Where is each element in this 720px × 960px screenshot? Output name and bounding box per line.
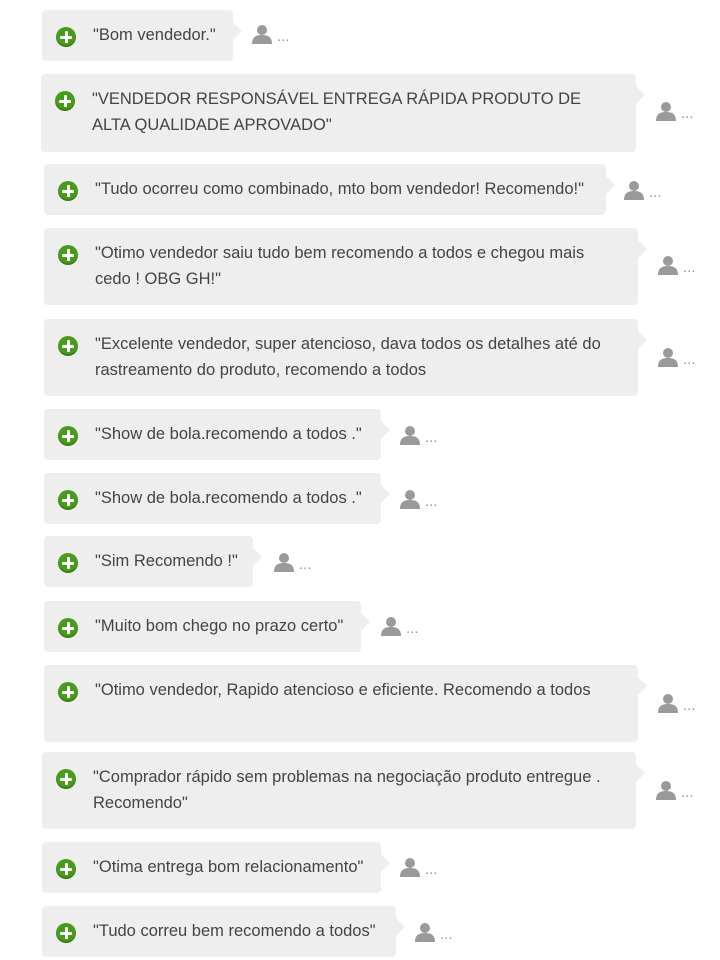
feedback-item: "Bom vendedor." ...: [0, 0, 720, 64]
user-name-placeholder: ...: [277, 28, 290, 45]
user-icon: [381, 617, 401, 636]
user-icon: [400, 858, 420, 877]
plus-circle-icon: [58, 553, 78, 573]
plus-circle-icon: [56, 27, 76, 47]
user-icon: [400, 490, 420, 509]
feedback-meta[interactable]: ...: [658, 255, 696, 275]
plus-circle-icon: [55, 91, 75, 111]
feedback-bubble: "Bom vendedor.": [42, 10, 242, 61]
user-icon: [252, 25, 272, 44]
feedback-item: "Otimo vendedor saiu tudo bem recomendo …: [0, 220, 720, 312]
feedback-meta[interactable]: ...: [658, 347, 696, 367]
feedback-item: "Excelente vendedor, super atencioso, da…: [0, 312, 720, 404]
feedback-bubble: "Otimo vendedor, Rapido atencioso e efic…: [44, 665, 647, 742]
user-icon: [658, 694, 678, 713]
feedback-item: "Comprador rápido sem problemas na negoc…: [0, 750, 720, 838]
feedback-bubble: "Tudo correu bem recomendo a todos": [42, 906, 405, 957]
user-name-placeholder: ...: [425, 429, 438, 446]
user-icon: [274, 553, 294, 572]
feedback-text: "Show de bola.recomendo a todos .": [95, 425, 362, 443]
feedback-meta[interactable]: ...: [381, 616, 419, 636]
feedback-list: "Bom vendedor." ... "VENDEDOR RESPONSÁVE…: [0, 0, 720, 960]
user-name-placeholder: ...: [683, 697, 696, 714]
feedback-text: "Sim Recomendo !": [95, 552, 238, 570]
user-name-placeholder: ...: [299, 556, 312, 573]
user-name-placeholder: ...: [683, 259, 696, 276]
feedback-text: "Show de bola.recomendo a todos .": [95, 489, 362, 507]
user-icon: [415, 923, 435, 942]
feedback-meta[interactable]: ...: [274, 552, 312, 572]
feedback-meta[interactable]: ...: [656, 780, 694, 800]
user-icon: [656, 102, 676, 121]
feedback-bubble: "Tudo ocorreu como combinado, mto bom ve…: [44, 164, 615, 215]
feedback-bubble: "Comprador rápido sem problemas na negoc…: [42, 752, 645, 829]
plus-circle-icon: [56, 923, 76, 943]
user-icon: [656, 781, 676, 800]
user-icon: [658, 256, 678, 275]
feedback-text: "VENDEDOR RESPONSÁVEL ENTREGA RÁPIDA PRO…: [92, 90, 582, 134]
feedback-meta[interactable]: ...: [400, 489, 438, 509]
feedback-text: "Excelente vendedor, super atencioso, da…: [95, 335, 601, 379]
plus-circle-icon: [58, 618, 78, 638]
feedback-meta[interactable]: ...: [400, 857, 438, 877]
user-name-placeholder: ...: [406, 620, 419, 637]
plus-circle-icon: [58, 682, 78, 702]
user-name-placeholder: ...: [683, 351, 696, 368]
feedback-item: "Show de bola.recomendo a todos ." ...: [0, 468, 720, 532]
feedback-meta[interactable]: ...: [415, 922, 453, 942]
feedback-meta[interactable]: ...: [624, 180, 662, 200]
feedback-meta[interactable]: ...: [656, 101, 694, 121]
feedback-bubble: "Otima entrega bom relacionamento": [42, 842, 390, 893]
feedback-bubble: "Show de bola.recomendo a todos .": [44, 409, 390, 460]
feedback-text: "Tudo ocorreu como combinado, mto bom ve…: [95, 180, 584, 198]
user-icon: [658, 348, 678, 367]
feedback-text: "Bom vendedor.": [93, 26, 216, 44]
user-name-placeholder: ...: [681, 105, 694, 122]
feedback-text: "Muito bom chego no prazo certo": [95, 617, 344, 635]
feedback-bubble: "VENDEDOR RESPONSÁVEL ENTREGA RÁPIDA PRO…: [41, 74, 645, 152]
feedback-item: "Muito bom chego no prazo certo" ...: [0, 596, 720, 660]
feedback-item: "Tudo correu bem recomendo a todos" ...: [0, 900, 720, 960]
feedback-text: "Tudo correu bem recomendo a todos": [93, 922, 376, 940]
feedback-text: "Otimo vendedor, Rapido atencioso e efic…: [95, 681, 591, 699]
feedback-meta[interactable]: ...: [252, 24, 290, 44]
feedback-item: "Otima entrega bom relacionamento" ...: [0, 838, 720, 900]
user-icon: [624, 181, 644, 200]
user-name-placeholder: ...: [425, 861, 438, 878]
feedback-item: "VENDEDOR RESPONSÁVEL ENTREGA RÁPIDA PRO…: [0, 64, 720, 156]
feedback-meta[interactable]: ...: [400, 425, 438, 445]
plus-circle-icon: [58, 490, 78, 510]
feedback-text: "Comprador rápido sem problemas na negoc…: [93, 768, 601, 812]
feedback-bubble: "Muito bom chego no prazo certo": [44, 601, 370, 652]
user-name-placeholder: ...: [649, 184, 662, 201]
feedback-meta[interactable]: ...: [658, 693, 696, 713]
user-name-placeholder: ...: [440, 926, 453, 943]
plus-circle-icon: [58, 181, 78, 201]
user-name-placeholder: ...: [681, 784, 694, 801]
plus-circle-icon: [56, 769, 76, 789]
user-name-placeholder: ...: [425, 493, 438, 510]
plus-circle-icon: [58, 245, 78, 265]
plus-circle-icon: [58, 336, 78, 356]
user-icon: [400, 426, 420, 445]
feedback-item: "Sim Recomendo !" ...: [0, 532, 720, 596]
feedback-item: "Show de bola.recomendo a todos ." ...: [0, 404, 720, 468]
feedback-bubble: "Show de bola.recomendo a todos .": [44, 473, 390, 524]
plus-circle-icon: [58, 426, 78, 446]
feedback-bubble: "Excelente vendedor, super atencioso, da…: [44, 319, 647, 396]
feedback-text: "Otimo vendedor saiu tudo bem recomendo …: [95, 244, 585, 288]
feedback-text: "Otima entrega bom relacionamento": [93, 858, 364, 876]
feedback-item: "Tudo ocorreu como combinado, mto bom ve…: [0, 156, 720, 220]
feedback-item: "Otimo vendedor, Rapido atencioso e efic…: [0, 660, 720, 750]
feedback-bubble: "Otimo vendedor saiu tudo bem recomendo …: [44, 228, 647, 305]
plus-circle-icon: [56, 859, 76, 879]
feedback-bubble: "Sim Recomendo !": [44, 536, 262, 587]
